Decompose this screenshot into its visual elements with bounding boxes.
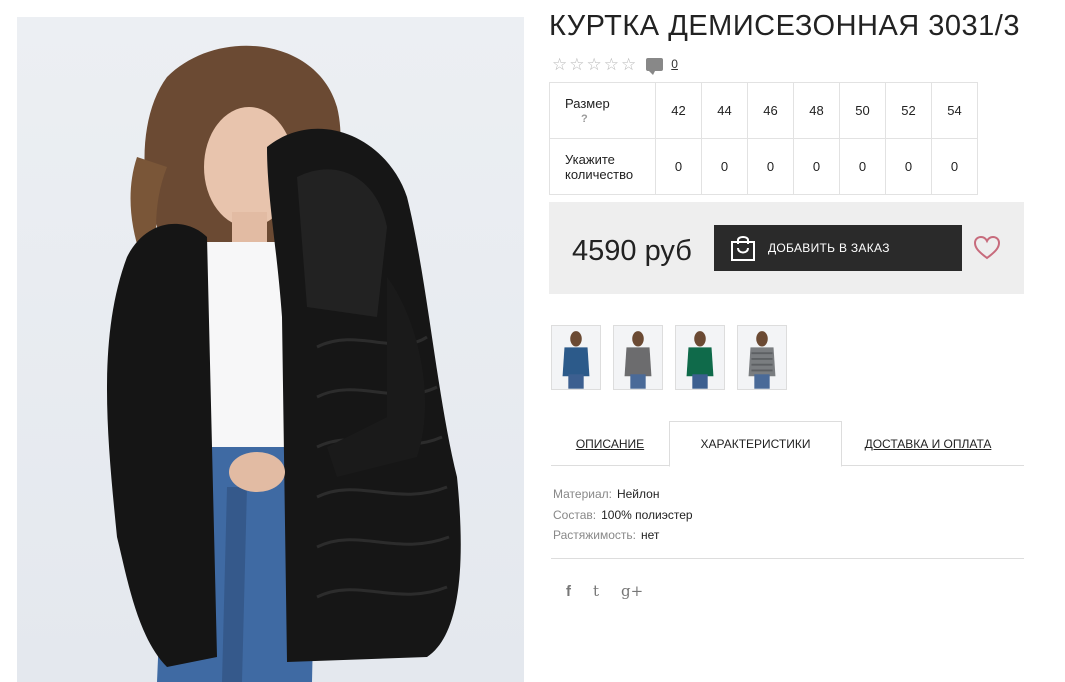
qty-input-44[interactable]: 0 <box>701 138 748 195</box>
comment-count[interactable]: 0 <box>671 57 678 71</box>
qty-input-42[interactable]: 0 <box>655 138 702 195</box>
rating-row: ☆ ☆ ☆ ☆ ☆ 0 <box>552 54 678 75</box>
size-table: Размер ? 42 44 46 48 50 52 54 Укажите ко… <box>549 82 978 195</box>
product-tabs: ОПИСАНИЕ ХАРАКТЕРИСТИКИ ДОСТАВКА И ОПЛАТ… <box>551 421 1024 467</box>
size-46: 46 <box>747 82 794 139</box>
star-icon[interactable]: ☆ <box>587 56 602 73</box>
size-42: 42 <box>655 82 702 139</box>
tab-delivery[interactable]: ДОСТАВКА И ОПЛАТА <box>851 421 1005 466</box>
heart-icon[interactable] <box>973 234 1001 262</box>
product-title: КУРТКА ДЕМИСЕЗОННАЯ 3031/3 <box>549 10 1020 42</box>
price-box: 4590 руб ДОБАВИТЬ В ЗАКАЗ <box>549 202 1024 294</box>
thumbnail-grey[interactable] <box>613 325 663 390</box>
star-icon[interactable]: ☆ <box>569 56 584 73</box>
spec-value: нет <box>641 528 660 542</box>
star-icon[interactable]: ☆ <box>621 56 636 73</box>
rating-stars[interactable]: ☆ ☆ ☆ ☆ ☆ <box>552 56 636 73</box>
thumbnail-blue[interactable] <box>551 325 601 390</box>
spec-value: Нейлон <box>616 487 660 501</box>
main-product-photo[interactable] <box>17 17 524 682</box>
qty-input-54[interactable]: 0 <box>931 138 978 195</box>
spec-key: Материал: <box>553 487 612 501</box>
google-plus-icon[interactable]: g+ <box>621 582 643 600</box>
characteristics-list: Материал: Нейлон Состав: 100% полиэстер Ра… <box>553 484 693 546</box>
spec-row-stretch: Растяжимость: нет <box>553 525 693 546</box>
qty-input-48[interactable]: 0 <box>793 138 840 195</box>
tab-characteristics-label: ХАРАКТЕРИСТИКИ <box>700 437 811 451</box>
spec-value: 100% полиэстер <box>601 507 693 522</box>
thumbnail-grey-print[interactable] <box>737 325 787 390</box>
price: 4590 руб <box>572 235 692 267</box>
add-to-order-label: ДОБАВИТЬ В ЗАКАЗ <box>768 241 890 255</box>
size-50: 50 <box>839 82 886 139</box>
spec-key: Состав: <box>553 507 597 522</box>
qty-input-46[interactable]: 0 <box>747 138 794 195</box>
tab-description[interactable]: ОПИСАНИЕ <box>551 421 669 466</box>
divider <box>551 558 1024 559</box>
tab-delivery-label: ДОСТАВКА И ОПЛАТА <box>864 436 992 451</box>
add-to-order-button[interactable]: ДОБАВИТЬ В ЗАКАЗ <box>714 225 962 271</box>
social-share: f t g+ <box>566 582 643 600</box>
qty-label: Укажите количество <box>549 138 656 195</box>
size-54: 54 <box>931 82 978 139</box>
size-52: 52 <box>885 82 932 139</box>
comment-icon <box>646 57 664 75</box>
tab-description-label: ОПИСАНИЕ <box>575 436 645 451</box>
spec-row-material: Материал: Нейлон <box>553 484 693 505</box>
size-48: 48 <box>793 82 840 139</box>
qty-label-text: Укажите количество <box>565 151 634 182</box>
qty-input-52[interactable]: 0 <box>885 138 932 195</box>
size-44: 44 <box>701 82 748 139</box>
thumbnail-gallery <box>551 325 787 390</box>
tab-characteristics[interactable]: ХАРАКТЕРИСТИКИ <box>669 421 842 467</box>
spec-row-composition: Состав: 100% полиэстер <box>553 505 693 526</box>
qty-input-50[interactable]: 0 <box>839 138 886 195</box>
size-label: Размер <box>565 96 610 111</box>
shopping-bag-icon <box>731 236 755 261</box>
facebook-icon[interactable]: f <box>566 583 571 600</box>
comments-link[interactable]: 0 <box>646 57 678 75</box>
star-icon[interactable]: ☆ <box>604 56 619 73</box>
twitter-icon[interactable]: t <box>593 582 599 600</box>
star-icon[interactable]: ☆ <box>552 56 567 73</box>
thumbnail-green[interactable] <box>675 325 725 390</box>
size-help-icon[interactable]: ? <box>581 113 655 125</box>
spec-key: Растяжимость: <box>553 528 637 542</box>
size-header-cell: Размер ? <box>549 82 656 139</box>
